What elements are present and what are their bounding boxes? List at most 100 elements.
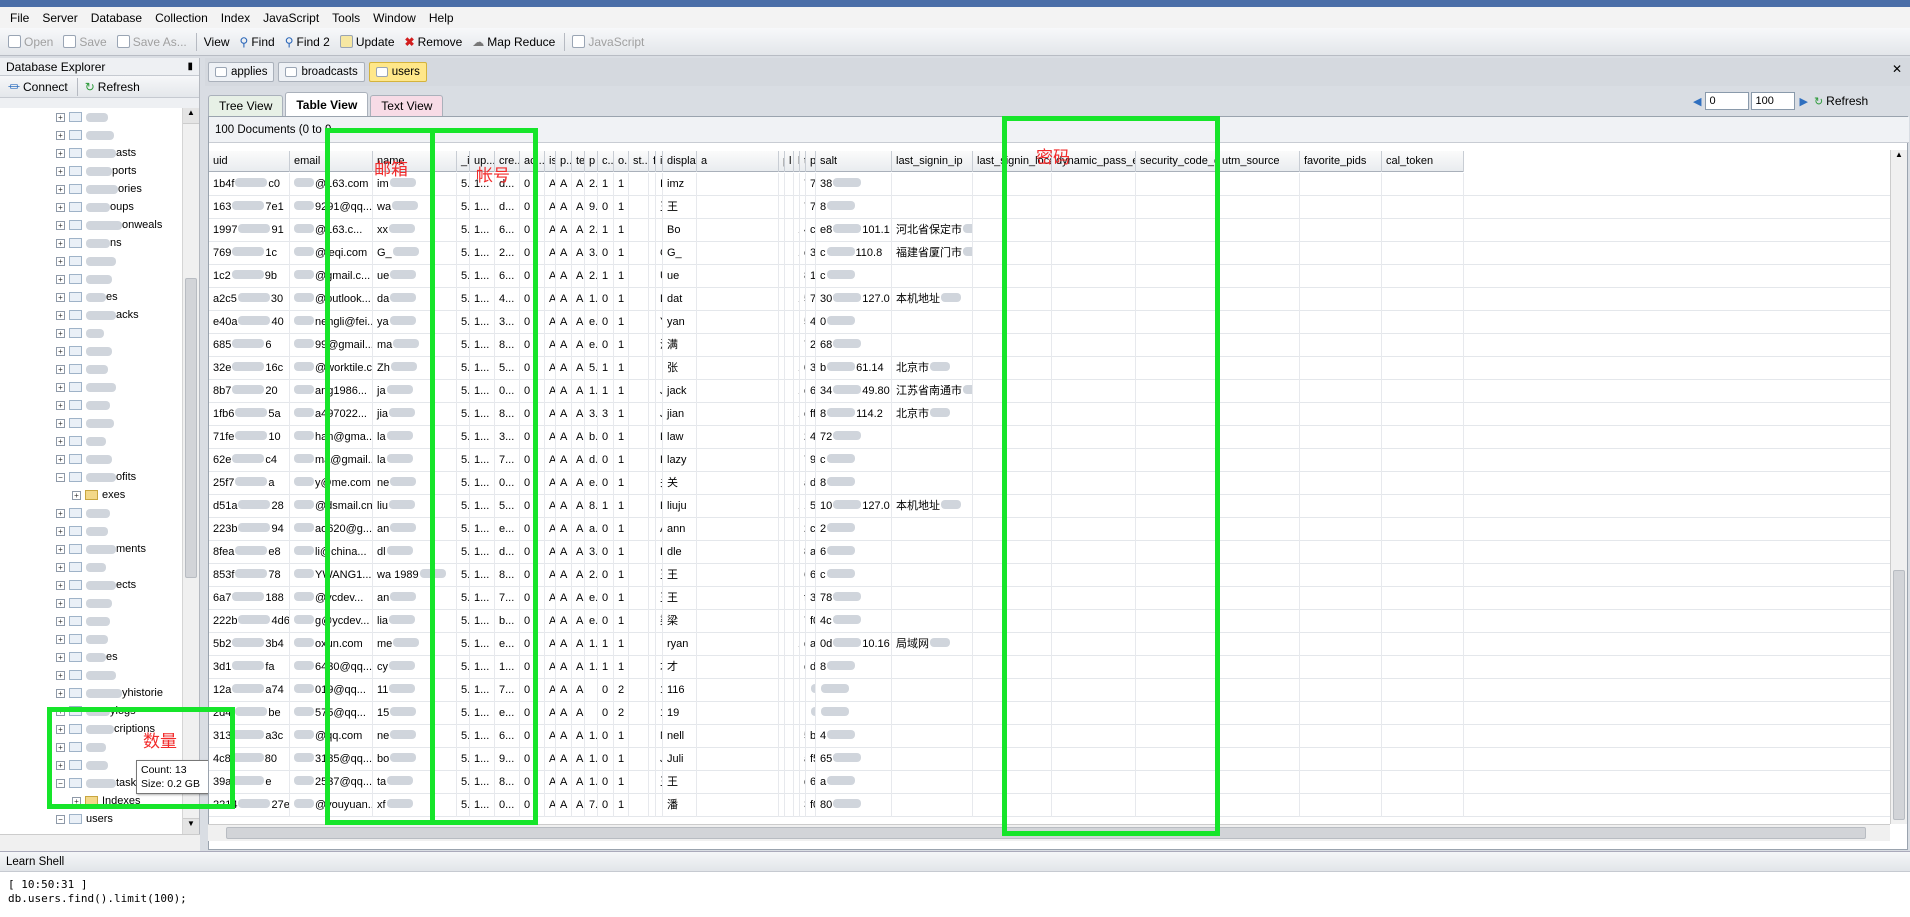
table-cell[interactable] (629, 794, 649, 817)
scroll-up-icon[interactable]: ▲ (183, 108, 199, 124)
prev-page-icon[interactable]: ◀ (1693, 95, 1701, 108)
table-cell[interactable]: A (572, 656, 585, 679)
table-cell[interactable]: jian (663, 403, 697, 426)
table-cell[interactable]: L (656, 426, 663, 449)
expand-icon[interactable]: + (56, 544, 65, 554)
tree-item[interactable]: + (56, 342, 112, 360)
column-header[interactable]: password (806, 151, 816, 172)
tree-item[interactable]: + onweals (56, 216, 162, 234)
table-cell[interactable] (1300, 334, 1382, 357)
table-cell[interactable]: A (572, 472, 585, 495)
table-cell[interactable] (697, 541, 779, 564)
table-cell[interactable] (629, 495, 649, 518)
table-cell[interactable]: 0 (598, 334, 614, 357)
tab-tree-view[interactable]: Tree View (208, 95, 284, 116)
table-cell[interactable] (1382, 748, 1464, 771)
tree-item[interactable]: + yhistorie (56, 684, 163, 702)
table-cell[interactable]: J (656, 403, 663, 426)
table-cell[interactable] (1382, 633, 1464, 656)
table-cell[interactable] (1218, 265, 1300, 288)
table-cell[interactable]: Y (656, 311, 663, 334)
table-cell[interactable] (629, 656, 649, 679)
table-cell[interactable] (892, 679, 973, 702)
table-cell[interactable]: 0 (598, 426, 614, 449)
table-cell[interactable] (1218, 679, 1300, 702)
table-cell[interactable] (785, 518, 794, 541)
table-cell[interactable]: 5d...b5 (806, 495, 816, 518)
table-cell[interactable]: 3.. (585, 242, 598, 265)
table-cell[interactable] (697, 357, 779, 380)
table-cell[interactable] (1218, 541, 1300, 564)
table-cell[interactable]: 0 (598, 702, 614, 725)
table-cell[interactable] (629, 265, 649, 288)
table-cell[interactable]: 1 (614, 334, 629, 357)
table-cell[interactable]: 关 (656, 472, 663, 495)
table-cell[interactable]: law (663, 426, 697, 449)
table-cell[interactable]: 0 (598, 564, 614, 587)
table-cell[interactable] (629, 610, 649, 633)
table-cell[interactable]: 0 (598, 541, 614, 564)
table-cell[interactable] (892, 472, 973, 495)
table-cell[interactable]: A. (545, 403, 556, 426)
table-cell[interactable]: N (656, 725, 663, 748)
find-button[interactable]: ⚲ Find (236, 31, 279, 53)
table-cell[interactable] (697, 633, 779, 656)
table-cell[interactable] (649, 334, 656, 357)
table-cell[interactable]: 3 (598, 403, 614, 426)
table-cell[interactable]: a3...15 (806, 633, 816, 656)
table-cell[interactable] (1382, 265, 1464, 288)
tree-item[interactable]: + ns (56, 234, 122, 252)
table-cell[interactable]: dle (663, 541, 697, 564)
tree-item[interactable]: + (56, 396, 110, 414)
table-cell[interactable]: Juli (663, 748, 697, 771)
table-cell[interactable] (629, 587, 649, 610)
table-cell[interactable]: 69...4d (806, 380, 816, 403)
menu-server[interactable]: Server (42, 11, 77, 25)
table-cell[interactable]: 1 (614, 196, 629, 219)
table-cell[interactable] (1382, 196, 1464, 219)
table-cell[interactable]: A (556, 173, 572, 196)
table-cell[interactable]: cb...1fc (806, 518, 816, 541)
table-cell[interactable]: A (572, 403, 585, 426)
table-cell[interactable] (1382, 426, 1464, 449)
shell-output[interactable]: [ 10:50:31 ] db.users.find().limit(100); (0, 872, 1910, 912)
table-cell[interactable]: 3.. (585, 403, 598, 426)
column-header[interactable]: utm_source (1218, 151, 1300, 172)
skip-input[interactable] (1705, 92, 1750, 110)
table-cell[interactable]: 满 (656, 334, 663, 357)
table-cell[interactable] (649, 242, 656, 265)
table-cell[interactable] (785, 334, 794, 357)
table-cell[interactable] (1300, 472, 1382, 495)
table-cell[interactable] (697, 173, 779, 196)
column-header[interactable]: salt (816, 151, 892, 172)
table-cell[interactable]: d6...50 (806, 472, 816, 495)
table-cell[interactable] (1300, 679, 1382, 702)
table-cell[interactable] (649, 219, 656, 242)
table-cell[interactable]: L (656, 449, 663, 472)
tab-broadcasts[interactable]: broadcasts (278, 62, 365, 82)
table-cell[interactable]: 78 (816, 587, 892, 610)
table-cell[interactable] (649, 771, 656, 794)
table-cell[interactable] (629, 541, 649, 564)
table-cell[interactable]: A (556, 288, 572, 311)
table-cell[interactable]: 1 (614, 495, 629, 518)
table-cell[interactable] (1218, 173, 1300, 196)
table-cell[interactable]: lazy (663, 449, 697, 472)
table-cell[interactable] (1218, 219, 1300, 242)
table-cell[interactable]: 1 (614, 794, 629, 817)
table-cell[interactable] (1218, 426, 1300, 449)
table-cell[interactable] (697, 334, 779, 357)
table-cell[interactable] (1382, 288, 1464, 311)
column-header[interactable]: is (545, 151, 556, 172)
table-cell[interactable] (1382, 679, 1464, 702)
table-cell[interactable]: D (656, 541, 663, 564)
table-cell[interactable]: imz (663, 173, 697, 196)
tree-item[interactable]: + (56, 666, 116, 684)
table-cell[interactable] (1382, 380, 1464, 403)
table-cell[interactable]: 25f7 a (209, 472, 290, 495)
table-cell[interactable]: 36...11 (806, 357, 816, 380)
table-cell[interactable]: 163 7e1 (209, 196, 290, 219)
table-cell[interactable] (629, 771, 649, 794)
table-cell[interactable]: A. (545, 794, 556, 817)
table-cell[interactable]: dat (663, 288, 697, 311)
